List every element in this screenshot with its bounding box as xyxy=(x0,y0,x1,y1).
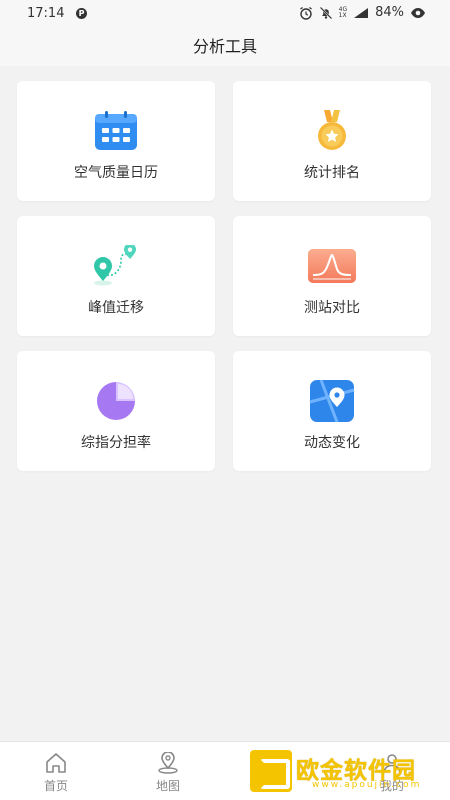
tool-card-peak-migration[interactable]: 峰值迁移 xyxy=(17,216,215,336)
watermark-logo-icon xyxy=(250,750,292,792)
tool-card-ranking[interactable]: 统计排名 xyxy=(233,81,431,201)
tool-card-station-compare[interactable]: 测站对比 xyxy=(233,216,431,336)
map-pin-icon xyxy=(158,752,178,774)
network-1x-label: 1X xyxy=(338,11,347,19)
watermark-url: www.apoujin.com xyxy=(312,780,422,790)
alarm-icon xyxy=(299,6,312,20)
chart-peak-icon xyxy=(308,249,356,283)
battery-percent: 84% xyxy=(375,5,404,20)
map-location-icon xyxy=(309,380,355,422)
medal-icon xyxy=(318,110,346,150)
tool-label: 统计排名 xyxy=(304,165,360,181)
calendar-icon xyxy=(95,111,137,150)
status-time: 17:14 xyxy=(27,6,65,21)
app-badge-icon: P xyxy=(76,8,87,19)
tab-label: 首页 xyxy=(43,779,68,793)
mute-bell-icon xyxy=(319,6,332,19)
watermark: 欧金软件园 www.apoujin.com xyxy=(250,750,445,794)
tool-card-dynamic-change[interactable]: 动态变化 xyxy=(233,351,431,471)
page-title: 分析工具 xyxy=(192,37,257,56)
tool-card-aqi-calendar[interactable]: 空气质量日历 xyxy=(17,81,215,201)
tab-home[interactable]: 首页 xyxy=(0,742,112,800)
status-right: 4G 1X 84% xyxy=(299,5,426,20)
tool-card-index-share[interactable]: 综指分担率 xyxy=(17,351,215,471)
network-type-icon: 4G 1X xyxy=(338,6,347,19)
tool-label: 空气质量日历 xyxy=(74,165,158,181)
tab-label: 地图 xyxy=(155,779,180,793)
tool-label: 综指分担率 xyxy=(81,435,151,451)
tool-label: 峰值迁移 xyxy=(88,300,144,316)
eye-icon xyxy=(411,7,425,18)
signal-icon xyxy=(354,7,369,18)
tool-label: 测站对比 xyxy=(304,300,360,316)
tool-label: 动态变化 xyxy=(304,435,360,451)
pie-chart-icon xyxy=(97,382,135,420)
map-pins-icon xyxy=(94,245,136,286)
home-icon xyxy=(46,753,66,773)
page-title-bar: 分析工具 xyxy=(0,28,450,66)
tab-map[interactable]: 地图 xyxy=(112,742,224,800)
status-bar: 17:14 P 4G 1X 84% xyxy=(0,0,450,28)
